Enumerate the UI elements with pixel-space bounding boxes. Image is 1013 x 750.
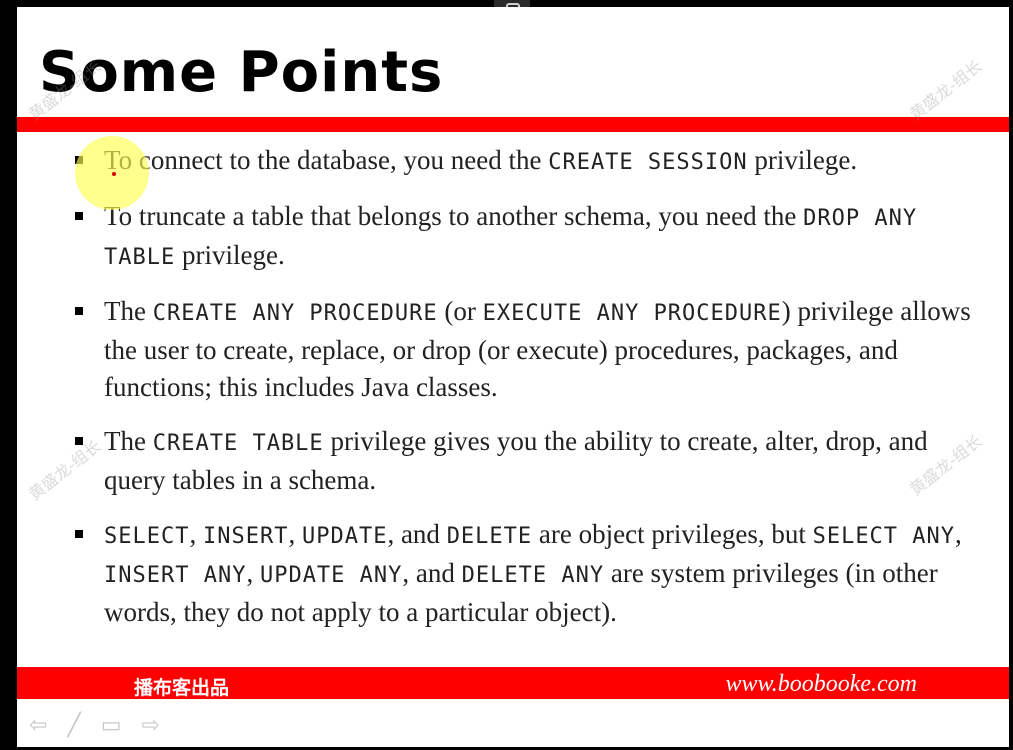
code-term: CREATE SESSION	[548, 150, 748, 175]
bullet-marker	[75, 307, 83, 315]
code-term: DROP ANY TABLE	[104, 206, 918, 270]
prev-arrow-icon[interactable]: ⇦	[29, 713, 47, 738]
menu-icon[interactable]: ▭	[101, 713, 122, 738]
bullet-item: The CREATE TABLE privilege gives you the…	[75, 423, 975, 499]
bullet-item: SELECT, INSERT, UPDATE, and DELETE are o…	[75, 516, 975, 631]
code-term: DELETE ANY	[461, 563, 605, 588]
next-arrow-icon[interactable]: ⇨	[141, 713, 159, 738]
footer-brand: 播布客出品	[134, 677, 230, 699]
bullet-marker	[75, 530, 83, 538]
code-term: UPDATE ANY	[259, 563, 403, 588]
code-term: SELECT ANY	[812, 524, 956, 549]
code-term: UPDATE	[301, 524, 388, 549]
bullet-item: The CREATE ANY PROCEDURE (or EXECUTE ANY…	[75, 293, 975, 406]
slide: Some Points To connect to the database, …	[17, 7, 1009, 747]
cursor-pointer	[112, 172, 116, 176]
code-term: SELECT	[104, 524, 190, 549]
code-term: INSERT ANY	[104, 563, 247, 588]
bullet-item: To truncate a table that belongs to anot…	[75, 198, 975, 276]
bullet-list: To connect to the database, you need the…	[75, 142, 975, 631]
watermark: 黄盛龙-组长	[906, 56, 986, 125]
code-term: EXECUTE ANY PROCEDURE	[482, 301, 782, 326]
title-divider-bar	[17, 117, 1009, 132]
slide-nav: ⇦ ╱ ▭ ⇨	[29, 713, 160, 738]
footer-url: www.boobooke.com	[725, 671, 917, 697]
code-term: DELETE	[446, 524, 533, 549]
code-term: CREATE ANY PROCEDURE	[152, 301, 438, 326]
bullet-marker	[75, 212, 83, 220]
pen-icon[interactable]: ╱	[67, 713, 80, 738]
code-term: CREATE TABLE	[152, 431, 324, 456]
code-term: INSERT	[202, 524, 289, 549]
bullet-item: To connect to the database, you need the…	[75, 142, 975, 181]
